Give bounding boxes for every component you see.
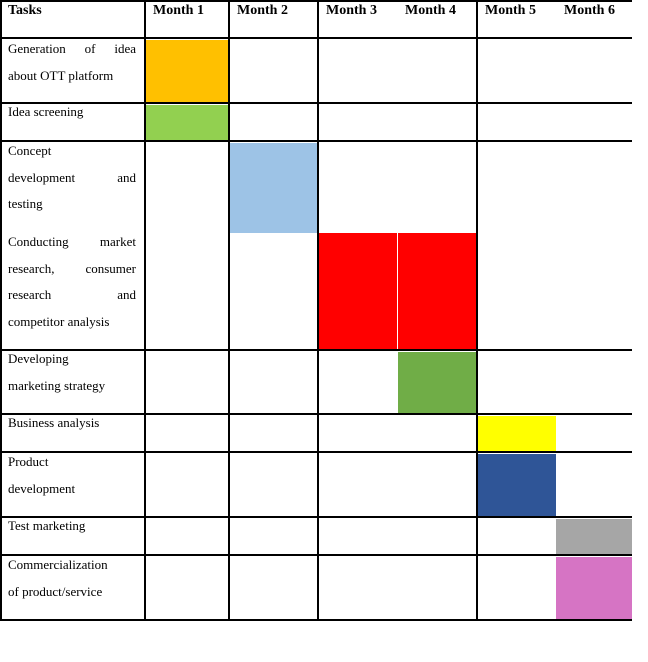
header-month-5: Month 5 xyxy=(485,3,536,18)
task-line: testing xyxy=(8,196,43,211)
bar-commercialization xyxy=(556,557,632,620)
header-month-4: Month 4 xyxy=(405,3,456,18)
red-split xyxy=(397,233,398,349)
task-test-marketing: Test marketing xyxy=(8,513,136,540)
task-line: Conducting market xyxy=(8,234,136,249)
task-line: marketing strategy xyxy=(8,377,106,393)
col-border xyxy=(476,0,478,621)
task-generation-of-idea: Generation of idea about OTT platform xyxy=(8,36,136,89)
bar-generation-of-idea xyxy=(146,40,228,103)
task-line: Business analysis xyxy=(8,415,100,430)
task-line: development xyxy=(8,480,76,496)
task-line: Product xyxy=(8,454,49,469)
task-commercialization: Commercialization of product/service xyxy=(8,552,136,605)
task-line: of product/service xyxy=(8,583,103,599)
bar-market-research-month4 xyxy=(398,233,476,350)
bar-marketing-strategy xyxy=(398,352,476,414)
bar-market-research-month3 xyxy=(319,233,397,350)
task-line: Concept xyxy=(8,143,52,158)
task-marketing-strategy: Developing marketing strategy xyxy=(8,346,136,399)
task-product-development: Product development xyxy=(8,449,136,502)
task-line: development and xyxy=(8,169,136,185)
task-business-analysis: Business analysis xyxy=(8,410,136,437)
task-concept-development: Concept development and testing xyxy=(8,138,136,218)
header-tasks: Tasks xyxy=(8,3,42,18)
header-month-3: Month 3 xyxy=(326,3,377,18)
bar-idea-screening xyxy=(146,105,228,141)
header-month-2: Month 2 xyxy=(237,3,288,18)
task-market-research: Conducting market research, consumer res… xyxy=(8,229,136,335)
col-border xyxy=(228,0,230,621)
header-month-6: Month 6 xyxy=(564,3,615,18)
col-border xyxy=(144,0,146,621)
task-line: Generation of idea xyxy=(8,41,136,56)
task-line: Commercialization xyxy=(8,557,108,572)
gantt-table: Tasks Month 1 Month 2 Month 3 Month 4 Mo… xyxy=(0,0,648,662)
task-line: research and xyxy=(8,287,136,302)
row-border xyxy=(0,0,632,2)
bar-product-development xyxy=(477,454,556,517)
task-line: Idea screening xyxy=(8,104,84,119)
bar-test-marketing xyxy=(556,519,632,555)
task-line: about OTT platform xyxy=(8,67,114,83)
task-line: competitor analysis xyxy=(8,313,110,329)
task-line: Developing xyxy=(8,351,69,366)
bar-concept-development xyxy=(230,143,317,233)
task-line: Test marketing xyxy=(8,518,86,533)
bar-business-analysis xyxy=(477,416,556,452)
task-line: research, consumer xyxy=(8,260,136,276)
col-border xyxy=(0,0,2,621)
task-idea-screening: Idea screening xyxy=(8,99,136,126)
header-month-1: Month 1 xyxy=(153,3,204,18)
col-border xyxy=(317,0,319,621)
row-border xyxy=(0,619,632,621)
